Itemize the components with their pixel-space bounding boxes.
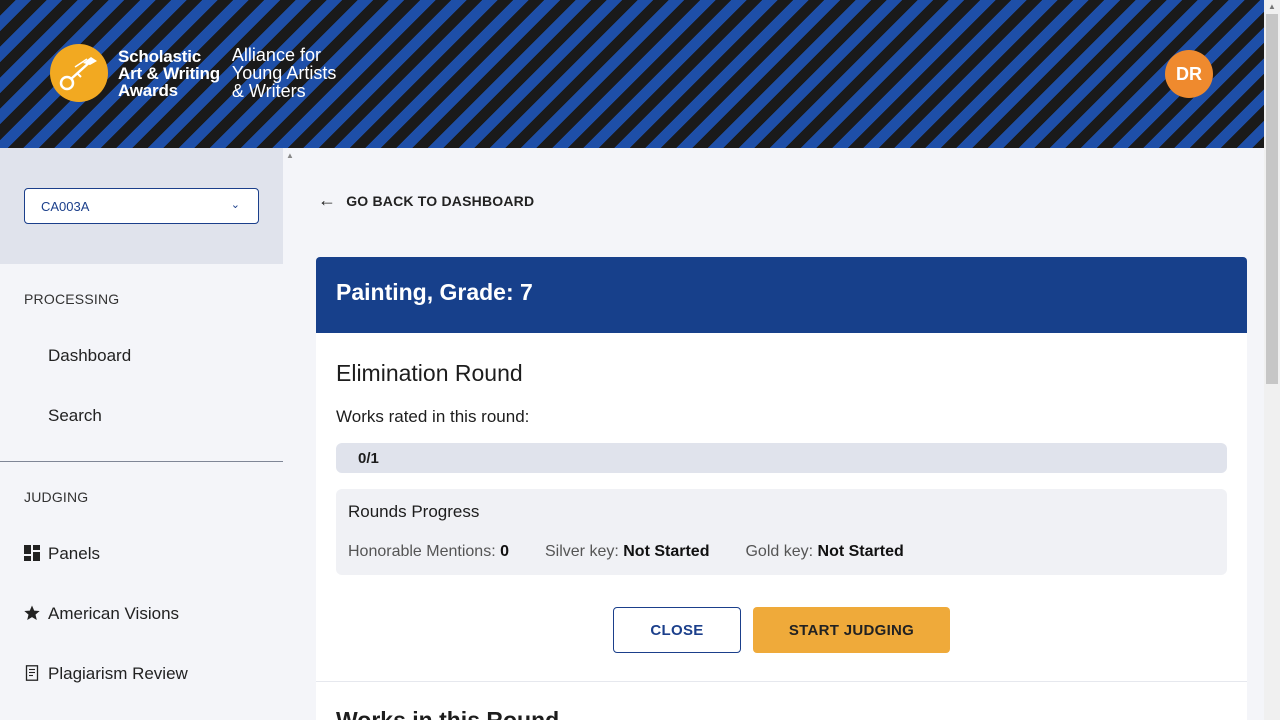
scrollbar-thumb[interactable] xyxy=(1266,14,1278,384)
grid-icon xyxy=(24,545,40,561)
page-scrollbar[interactable]: ▲ xyxy=(1264,0,1280,720)
card-divider xyxy=(316,681,1247,682)
sidebar-item-search[interactable]: Search xyxy=(48,406,102,426)
sidebar-item-panels[interactable]: Panels xyxy=(48,544,100,564)
scroll-up-icon[interactable]: ▲ xyxy=(1268,2,1276,11)
arrow-left-icon: ← xyxy=(318,190,337,210)
works-in-round-title: Works in this Round xyxy=(336,707,560,720)
works-rated-progress: 0/1 xyxy=(336,443,1227,473)
rounds-progress-box: Rounds Progress Honorable Mentions: 0 Si… xyxy=(336,489,1227,575)
key-logo-icon xyxy=(50,44,108,102)
rounds-stats: Honorable Mentions: 0 Silver key: Not St… xyxy=(348,543,940,561)
sidebar-item-dashboard[interactable]: Dashboard xyxy=(48,346,131,366)
logo-name: Scholastic Art & Writing Awards xyxy=(118,46,220,100)
panel-select[interactable]: CA003A ⌄ xyxy=(24,188,259,224)
section-processing: PROCESSING xyxy=(24,291,120,307)
sidebar-item-plagiarism-review[interactable]: Plagiarism Review xyxy=(48,664,188,684)
round-title: Elimination Round xyxy=(336,360,523,386)
sidebar-top-panel: CA003A ⌄ xyxy=(0,148,283,264)
panel-select-value: CA003A xyxy=(41,198,90,214)
back-to-dashboard-link[interactable]: ← GO BACK TO DASHBOARD xyxy=(318,190,534,211)
honorable-mentions-stat: Honorable Mentions: 0 xyxy=(348,543,509,560)
sidebar-scroll-up-icon[interactable]: ▲ xyxy=(286,151,294,160)
round-card: Elimination Round Works rated in this ro… xyxy=(316,333,1247,720)
logo-tagline: Alliance for Young Artists & Writers xyxy=(231,45,337,101)
back-label: GO BACK TO DASHBOARD xyxy=(346,192,535,209)
progress-text: 0/1 xyxy=(358,449,379,467)
gold-key-stat: Gold key: Not Started xyxy=(745,543,904,560)
main-content: ← GO BACK TO DASHBOARD Painting, Grade: … xyxy=(300,148,1264,720)
star-icon xyxy=(24,605,40,620)
rounds-progress-title: Rounds Progress xyxy=(348,502,480,521)
sidebar-item-american-visions[interactable]: American Visions xyxy=(48,604,179,624)
user-avatar[interactable]: DR xyxy=(1165,50,1213,98)
top-header: Scholastic Art & Writing Awards Alliance… xyxy=(0,0,1264,148)
sidebar-divider xyxy=(0,461,283,462)
card-title: Painting, Grade: 7 xyxy=(316,257,1247,333)
scholastic-logo[interactable]: Scholastic Art & Writing Awards Alliance… xyxy=(50,44,336,102)
close-button[interactable]: CLOSE xyxy=(613,607,741,653)
chevron-down-icon: ⌄ xyxy=(230,199,240,211)
document-icon xyxy=(25,665,39,681)
silver-key-stat: Silver key: Not Started xyxy=(545,543,710,560)
start-judging-button[interactable]: START JUDGING xyxy=(753,607,950,653)
works-rated-label: Works rated in this round: xyxy=(336,407,530,426)
section-judging: JUDGING xyxy=(24,489,89,505)
sidebar: CA003A ⌄ PROCESSING Dashboard Search JUD… xyxy=(0,148,283,720)
